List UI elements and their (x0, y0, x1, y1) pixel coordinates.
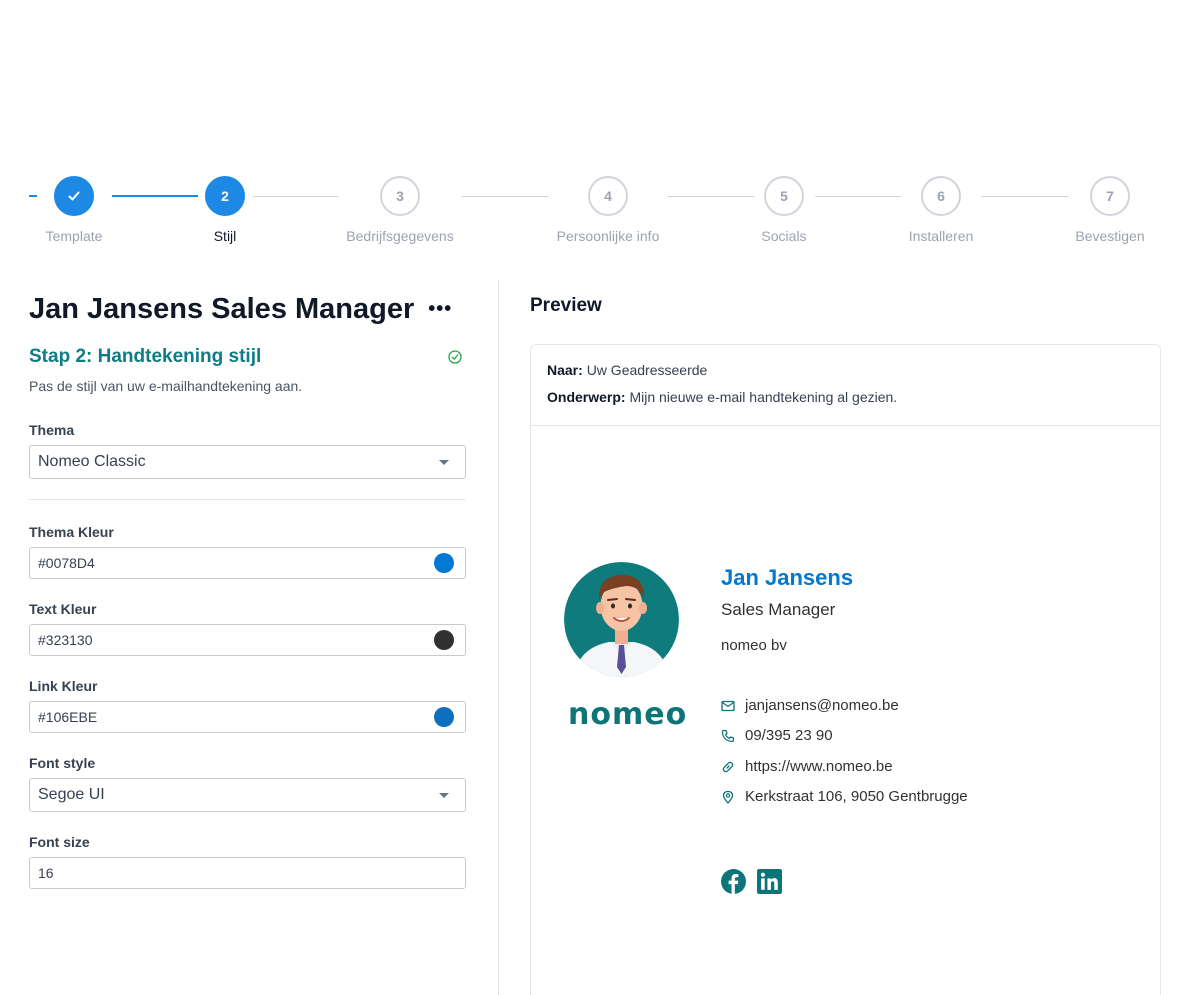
linkedin-icon[interactable] (757, 869, 782, 894)
email-to: Naar: Uw Geadresseerde (547, 362, 1144, 378)
link-color-input[interactable]: #106EBE (29, 701, 466, 733)
theme-color-swatch[interactable] (434, 553, 454, 573)
step-label: Stijl (213, 228, 237, 244)
facebook-icon[interactable] (721, 869, 746, 894)
font-style-value: Segoe UI (38, 786, 105, 803)
signature-company: nomeo bv (721, 637, 787, 654)
step-description: Pas de stijl van uw e-mailhandtekening a… (29, 378, 303, 394)
signature-website[interactable]: https://www.nomeo.be (721, 758, 893, 775)
step-persoonlijke-info[interactable]: 4 Persoonlijke info (548, 176, 668, 244)
font-size-field: Font size 16 (29, 834, 466, 889)
editor-panel: Jan Jansens Sales Manager ••• Stap 2: Ha… (29, 280, 466, 889)
font-size-label: Font size (29, 834, 90, 850)
font-style-label: Font style (29, 755, 96, 771)
email-text: janjansens@nomeo.be (745, 697, 899, 714)
signature-phone[interactable]: 09/395 23 90 (721, 727, 833, 744)
step-installeren[interactable]: 6 Installeren (881, 176, 1001, 244)
step-label: Socials (761, 228, 807, 244)
step-done-check-icon (54, 176, 94, 216)
stepper: Template 2 Stijl 3 Bedrijfsgegevens 4 Pe… (0, 176, 1177, 246)
step-label: Bevestigen (1075, 228, 1145, 244)
caret-down-icon (439, 793, 449, 798)
step-label: Persoonlijke info (556, 228, 660, 244)
divider (29, 499, 466, 500)
step-number: 6 (921, 176, 961, 216)
text-color-field: Text Kleur #323130 (29, 601, 466, 656)
signature-address: Kerkstraat 106, 9050 Gentbrugge (721, 788, 968, 805)
text-color-label: Text Kleur (29, 601, 97, 617)
email-preview: Naar: Uw Geadresseerde Onderwerp: Mijn n… (530, 344, 1161, 995)
text-color-input[interactable]: #323130 (29, 624, 466, 656)
caret-down-icon (439, 460, 449, 465)
theme-color-label: Thema Kleur (29, 524, 114, 540)
step-number: 3 (380, 176, 420, 216)
font-size-input[interactable]: 16 (29, 857, 466, 889)
step-number: 4 (588, 176, 628, 216)
company-logo: nomeo (568, 697, 688, 732)
signature-name: Jan Jansens (721, 565, 854, 590)
subject-value: Mijn nieuwe e-mail handtekening al gezie… (629, 389, 898, 405)
ellipsis-icon[interactable]: ••• (428, 299, 452, 319)
step-bevestigen[interactable]: 7 Bevestigen (1050, 176, 1170, 244)
theme-field: Thema Nomeo Classic (29, 422, 466, 479)
phone-text: 09/395 23 90 (745, 727, 833, 744)
link-icon (722, 761, 734, 772)
step-label: Template (45, 228, 103, 244)
avatar (564, 562, 679, 677)
phone-icon (721, 729, 735, 742)
step-bedrijfsgegevens[interactable]: 3 Bedrijfsgegevens (340, 176, 460, 244)
link-color-field: Link Kleur #106EBE (29, 678, 466, 733)
theme-color-input[interactable]: #0078D4 (29, 547, 466, 579)
preview-panel: Preview Naar: Uw Geadresseerde Onderwerp… (530, 280, 1161, 995)
step-heading-text: Stap 2: Handtekening stijl (29, 346, 262, 367)
step-heading: Stap 2: Handtekening stijl (29, 346, 466, 368)
step-label: Installeren (908, 228, 974, 244)
subject-label: Onderwerp: (547, 389, 626, 405)
link-color-label: Link Kleur (29, 678, 98, 694)
signature-role: Sales Manager (721, 600, 836, 619)
signature-email[interactable]: janjansens@nomeo.be (721, 697, 899, 714)
step-number: 7 (1090, 176, 1130, 216)
panel-separator (498, 280, 499, 995)
to-label: Naar: (547, 362, 583, 378)
text-color-swatch[interactable] (434, 630, 454, 650)
theme-value: Nomeo Classic (38, 453, 146, 470)
address-text: Kerkstraat 106, 9050 Gentbrugge (745, 788, 968, 805)
step-template[interactable]: Template (14, 176, 134, 244)
step-number: 2 (205, 176, 245, 216)
map-pin-icon (722, 790, 734, 804)
step-stijl[interactable]: 2 Stijl (165, 176, 285, 244)
email-header: Naar: Uw Geadresseerde Onderwerp: Mijn n… (531, 345, 1160, 426)
email-subject: Onderwerp: Mijn nieuwe e-mail handtekeni… (547, 389, 1144, 405)
theme-color-field: Thema Kleur #0078D4 (29, 524, 466, 579)
link-color-swatch[interactable] (434, 707, 454, 727)
theme-select[interactable]: Nomeo Classic (29, 445, 466, 479)
theme-color-value: #0078D4 (38, 555, 95, 571)
step-label: Bedrijfsgegevens (346, 228, 454, 244)
page-title-text: Jan Jansens Sales Manager (29, 292, 415, 325)
font-size-value: 16 (38, 865, 54, 881)
step-number: 5 (764, 176, 804, 216)
theme-label: Thema (29, 422, 75, 438)
link-color-value: #106EBE (38, 709, 98, 725)
preview-title: Preview (530, 295, 602, 316)
check-circle-icon (448, 350, 462, 364)
font-style-field: Font style Segoe UI (29, 755, 466, 812)
stepper-line (462, 196, 548, 197)
mail-icon (721, 700, 735, 711)
step-socials[interactable]: 5 Socials (724, 176, 844, 244)
to-value: Uw Geadresseerde (586, 362, 708, 378)
website-text: https://www.nomeo.be (745, 758, 893, 775)
text-color-value: #323130 (38, 632, 93, 648)
font-style-select[interactable]: Segoe UI (29, 778, 466, 812)
social-links (721, 869, 782, 894)
page-title: Jan Jansens Sales Manager ••• (29, 280, 466, 338)
